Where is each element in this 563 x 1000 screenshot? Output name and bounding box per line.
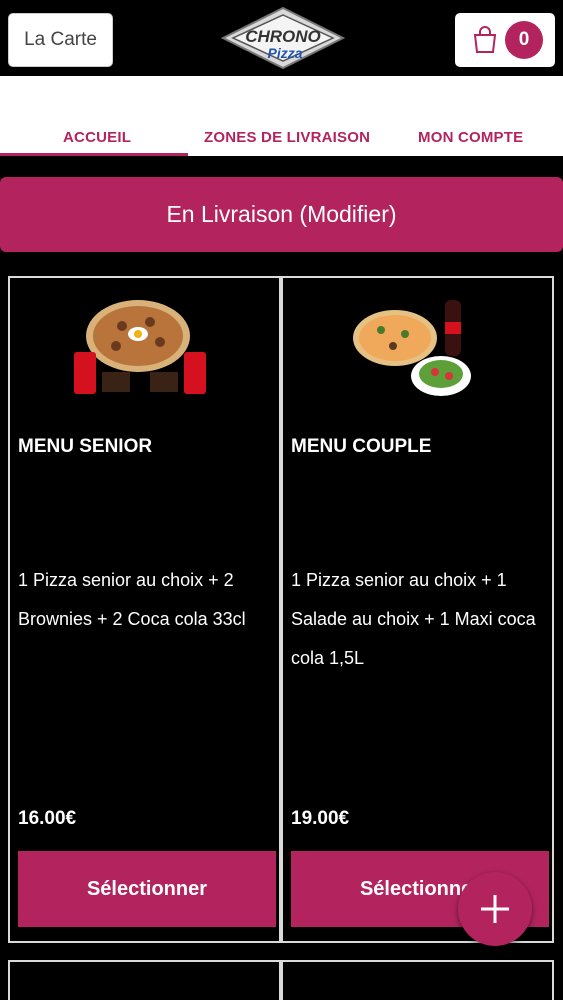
tab-mon-compte[interactable]: MON COMPTE	[418, 129, 523, 146]
product-description: 1 Pizza senior au choix + 1 Salade au ch…	[291, 570, 536, 668]
product-price: 19.00€	[291, 808, 350, 829]
product-description: 1 Pizza senior au choix + 2 Brownies + 2…	[18, 570, 246, 629]
logo-line2: Pizza	[267, 45, 302, 61]
tab-zones-de-livraison[interactable]: ZONES DE LIVRAISON	[204, 129, 370, 146]
product-name: MENU COUPLE	[291, 436, 432, 457]
add-fab-button[interactable]	[458, 872, 532, 946]
active-tab-indicator	[0, 153, 188, 156]
menu-couple-image	[345, 294, 485, 404]
delivery-mode-button[interactable]: En Livraison (Modifier)	[0, 177, 563, 252]
cart-count-badge: 0	[505, 21, 543, 59]
shopping-bag-icon	[470, 25, 500, 55]
select-button[interactable]: Sélectionner	[18, 851, 276, 927]
product-card: MENU SENIOR 1 Pizza senior au choix + 2 …	[8, 276, 281, 943]
product-name: MENU SENIOR	[18, 436, 153, 457]
top-bar: La Carte CHRONO Pizza 0	[0, 0, 563, 76]
chrono-pizza-logo[interactable]: CHRONO Pizza	[220, 6, 346, 70]
product-card: MENU COUPLE 1 Pizza senior au choix + 1 …	[281, 276, 554, 943]
menu-senior-image	[72, 294, 212, 404]
nav-tabs: ACCUEIL ZONES DE LIVRAISON MON COMPTE	[0, 76, 563, 156]
product-price: 16.00€	[18, 808, 77, 829]
la-carte-button[interactable]: La Carte	[8, 13, 113, 67]
logo-line1: CHRONO	[245, 27, 321, 46]
cart-button[interactable]: 0	[455, 13, 555, 67]
product-card	[281, 960, 554, 1000]
product-card	[8, 960, 281, 1000]
tab-accueil[interactable]: ACCUEIL	[63, 129, 131, 146]
